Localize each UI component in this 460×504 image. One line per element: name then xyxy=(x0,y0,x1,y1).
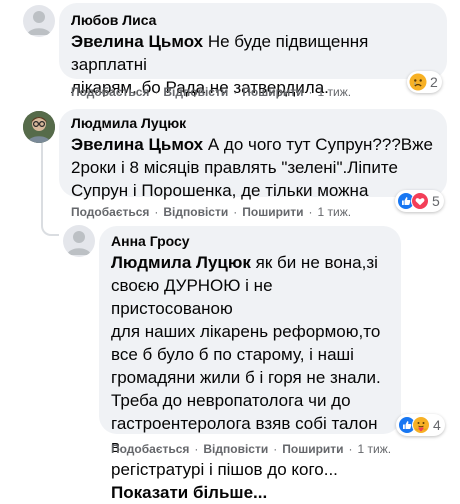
mention-link[interactable]: Эвелина Цьмох xyxy=(71,32,203,51)
timestamp[interactable]: 1 тиж. xyxy=(318,85,352,99)
share-button[interactable]: Поширити xyxy=(242,85,303,99)
like-button[interactable]: Подобається xyxy=(111,442,189,456)
avatar[interactable] xyxy=(23,111,55,143)
thread-line xyxy=(41,138,43,224)
avatar[interactable] xyxy=(63,225,95,257)
reply-button[interactable]: Відповісти xyxy=(163,205,228,219)
reply-button[interactable]: Відповісти xyxy=(203,442,268,456)
reaction-count: 2 xyxy=(430,74,438,90)
comment-bubble: Любов Лиса Эвелина Цьмох Не буде підвище… xyxy=(59,3,447,97)
sad-reaction-icon xyxy=(409,73,427,91)
love-reaction-icon xyxy=(411,192,429,210)
like-button[interactable]: Подобається xyxy=(71,85,149,99)
thread-line-curve xyxy=(41,222,59,236)
share-button[interactable]: Поширити xyxy=(282,442,343,456)
comment-text: Людмила Луцюк як би не вона,зі своєю ДУР… xyxy=(111,253,381,502)
comment-author[interactable]: Людмила Луцюк xyxy=(71,114,435,132)
reply-button[interactable]: Відповісти xyxy=(163,85,228,99)
default-avatar-icon xyxy=(67,231,91,255)
share-button[interactable]: Поширити xyxy=(242,205,303,219)
reaction-count: 5 xyxy=(432,193,440,209)
care-reaction-icon xyxy=(412,416,430,434)
comment-author[interactable]: Анна Гросу xyxy=(111,232,389,250)
reaction-summary[interactable]: 4 xyxy=(396,414,445,436)
timestamp[interactable]: 1 тиж. xyxy=(318,205,352,219)
like-button[interactable]: Подобається xyxy=(71,205,149,219)
comment-bubble: Людмила Луцюк Эвелина Цьмох А до чого ту… xyxy=(59,109,447,200)
comment-actions: Подобається · Відповісти · Поширити · 1 тиж. xyxy=(71,85,352,99)
comment-author[interactable]: Любов Лиса xyxy=(71,11,435,29)
mention-link[interactable]: Людмила Луцюк xyxy=(111,253,251,272)
reaction-summary[interactable]: 2 xyxy=(407,71,442,93)
reaction-count: 4 xyxy=(433,417,441,433)
profile-photo-icon xyxy=(23,111,55,143)
timestamp[interactable]: 1 тиж. xyxy=(358,442,392,456)
comment-bubble: Анна Гросу Людмила Луцюк як би не вона,з… xyxy=(99,226,401,502)
see-more-link[interactable]: Показати більше... xyxy=(111,483,267,502)
mention-link[interactable]: Эвелина Цьмох xyxy=(71,135,203,154)
reaction-summary[interactable]: 5 xyxy=(395,190,444,212)
comment-text: Эвелина Цьмох А до чого тут Супрун???Вже… xyxy=(71,135,433,200)
comment-actions: Подобається · Відповісти · Поширити · 1 тиж. xyxy=(111,442,392,456)
comment-actions: Подобається · Відповісти · Поширити · 1 тиж. xyxy=(71,205,352,219)
default-avatar-icon xyxy=(27,11,51,35)
avatar[interactable] xyxy=(23,5,55,37)
